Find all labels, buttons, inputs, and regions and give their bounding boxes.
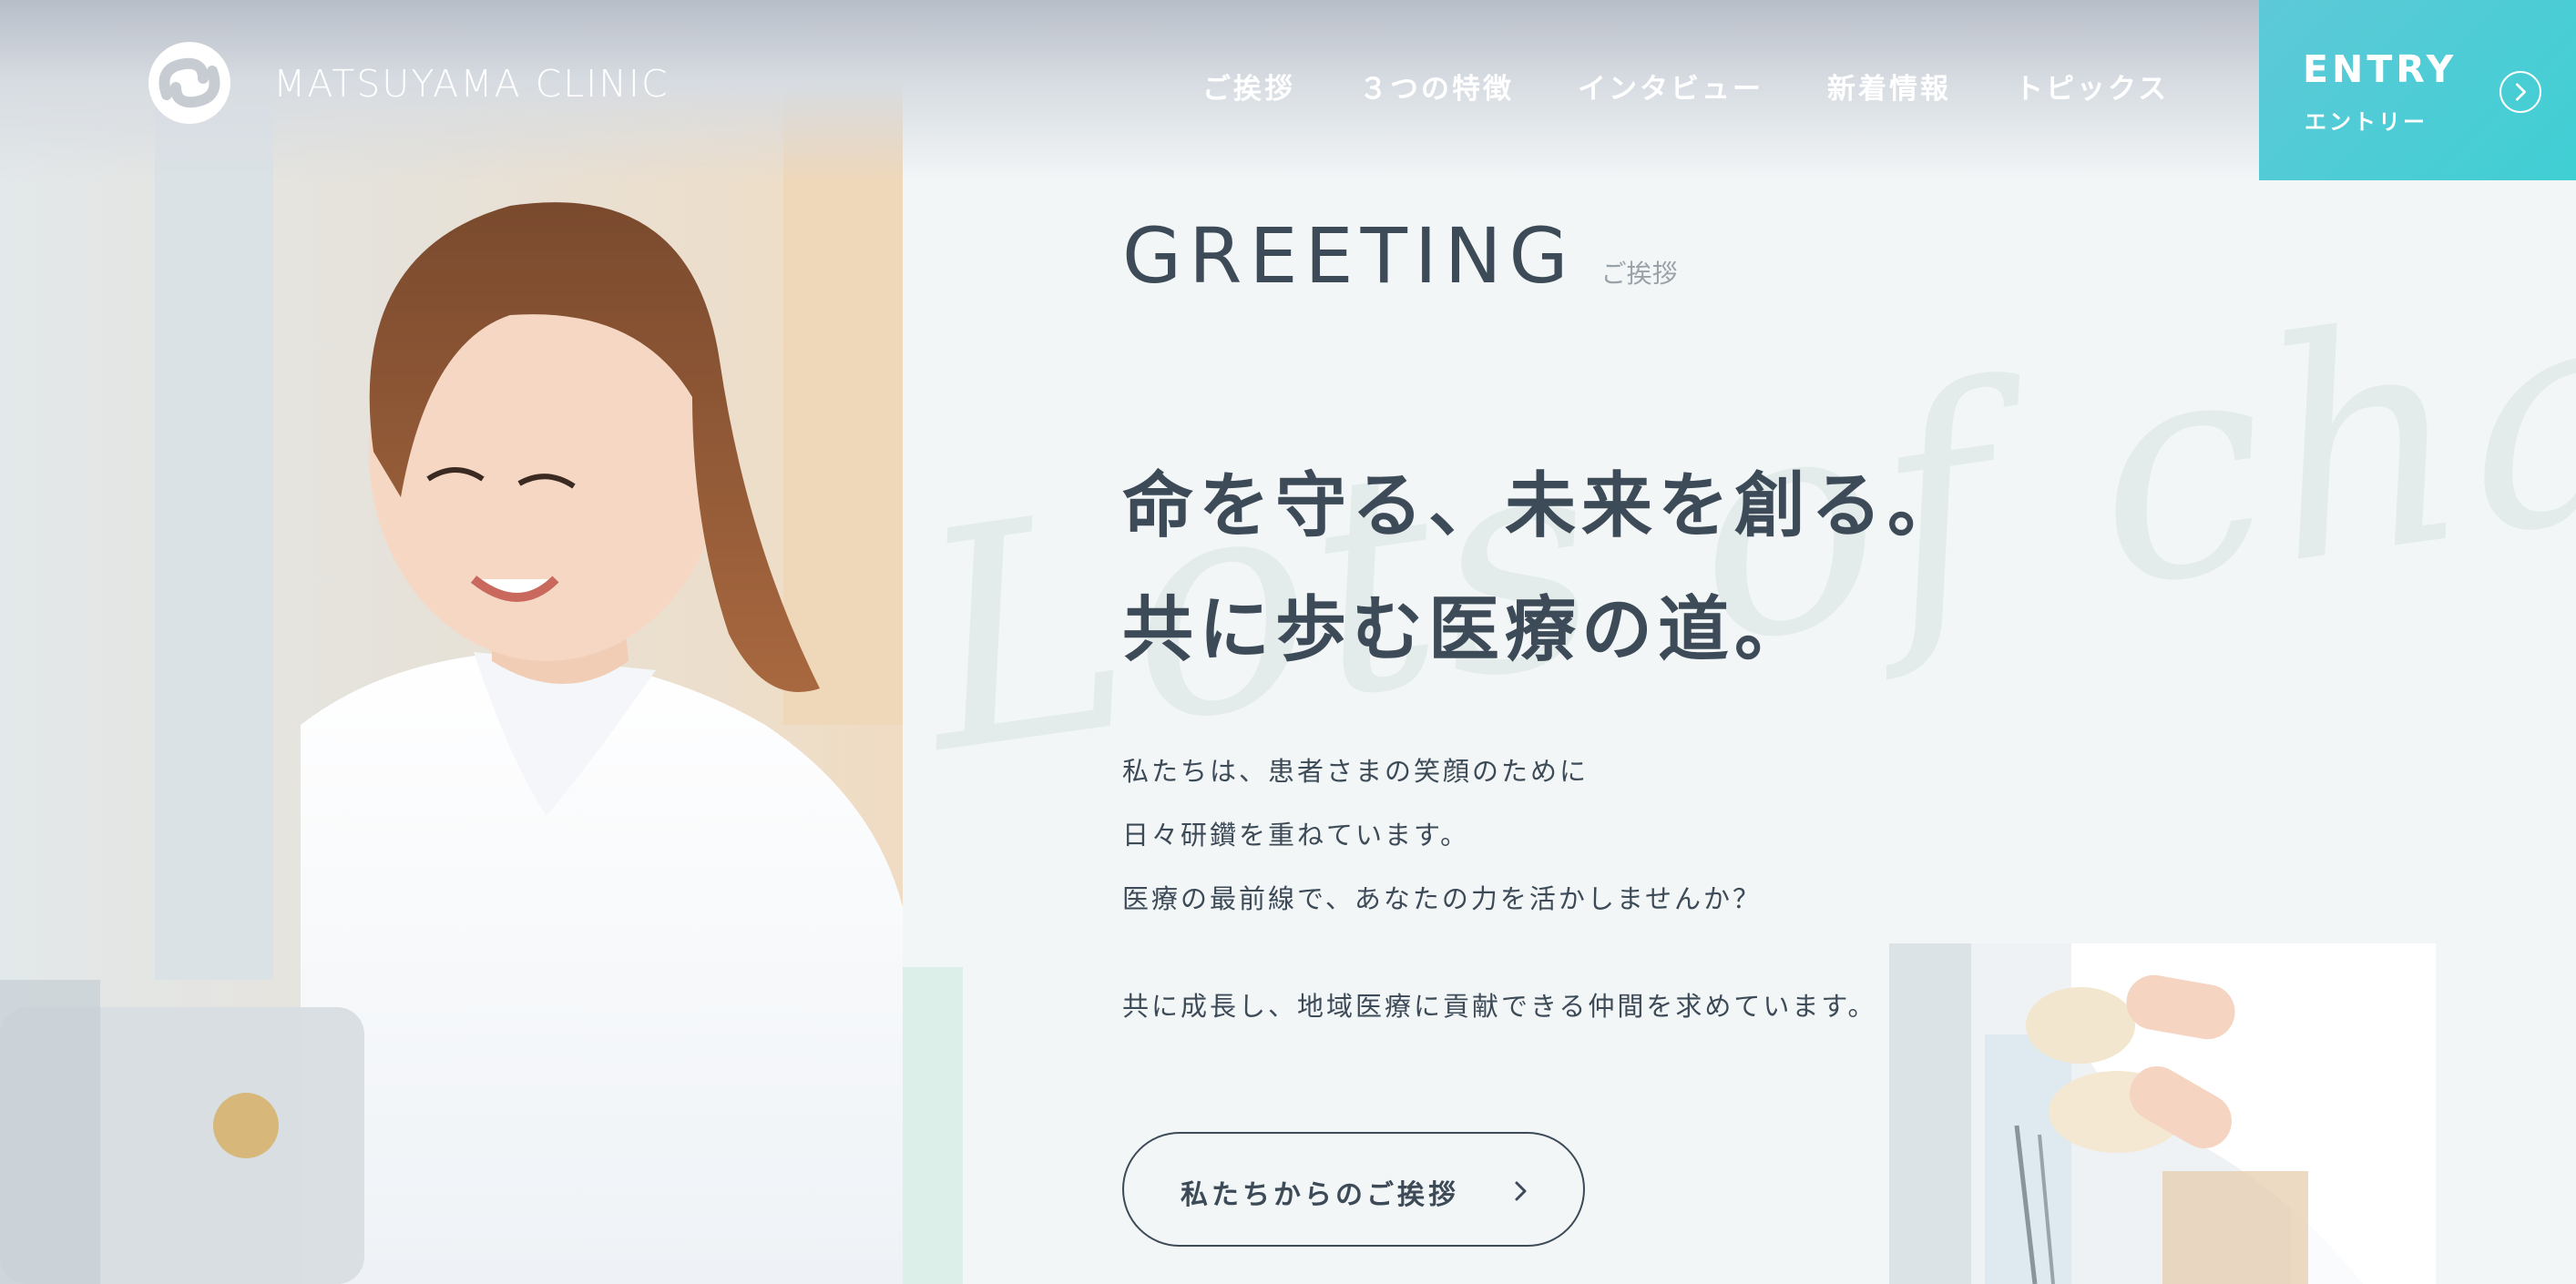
body-line: 日々研鑽を重ねています。 xyxy=(1122,820,1470,851)
body-line: 医療の最前線で、あなたの力を活かしませんか？ xyxy=(1122,883,1762,914)
greeting-more-button[interactable]: 私たちからのご挨拶 xyxy=(1122,1132,1585,1247)
greeting-body: 私たちは、患者さまの笑顔のために 日々研鑽を重ねています。 医療の最前線で、あな… xyxy=(1122,739,1877,1038)
entry-label-en: ENTRY xyxy=(2303,47,2458,91)
body-line: 共に成長し、地域医療に貢献できる仲間を求めています。 xyxy=(1122,991,1877,1022)
entry-label-ja: エントリー xyxy=(2305,109,2428,135)
hero-photo xyxy=(0,69,903,1284)
section-title: GREETING ご挨拶 xyxy=(1122,211,1678,301)
sub-photo xyxy=(1889,943,2436,1284)
mint-accent-block xyxy=(903,967,963,1284)
headline-line: 共に歩む医療の道。 xyxy=(1122,589,1812,671)
page: Lots of challen MATSUYAMA CLINIC ご挨拶 ３つの… xyxy=(0,0,2576,1284)
section-title-en: GREETING xyxy=(1122,211,1576,301)
logo-mark-icon xyxy=(148,42,230,124)
nav-item-news[interactable]: 新着情報 xyxy=(1827,66,1951,107)
main-nav: ご挨拶 ３つの特徴 インタビュー 新着情報 トピックス xyxy=(1202,66,2233,107)
nav-item-greeting[interactable]: ご挨拶 xyxy=(1202,66,1295,107)
greeting-more-label: 私たちからのご挨拶 xyxy=(1181,1179,1459,1211)
logo[interactable]: MATSUYAMA CLINIC xyxy=(128,40,670,127)
nav-item-interview[interactable]: インタビュー xyxy=(1578,66,1763,107)
chevron-right-circle-icon xyxy=(2499,71,2541,113)
chevron-right-icon xyxy=(1515,1181,1527,1201)
logo-text: MATSUYAMA CLINIC xyxy=(273,61,670,106)
section-title-ja: ご挨拶 xyxy=(1600,259,1678,289)
headline: 命を守る、未来を創る。 共に歩む医療の道。 xyxy=(1122,444,1964,692)
nav-item-topics[interactable]: トピックス xyxy=(2015,66,2169,107)
body-line: 私たちは、患者さまの笑顔のために xyxy=(1122,756,1590,787)
nav-item-features[interactable]: ３つの特徴 xyxy=(1359,66,1514,107)
headline-line: 命を守る、未来を創る。 xyxy=(1122,465,1965,547)
